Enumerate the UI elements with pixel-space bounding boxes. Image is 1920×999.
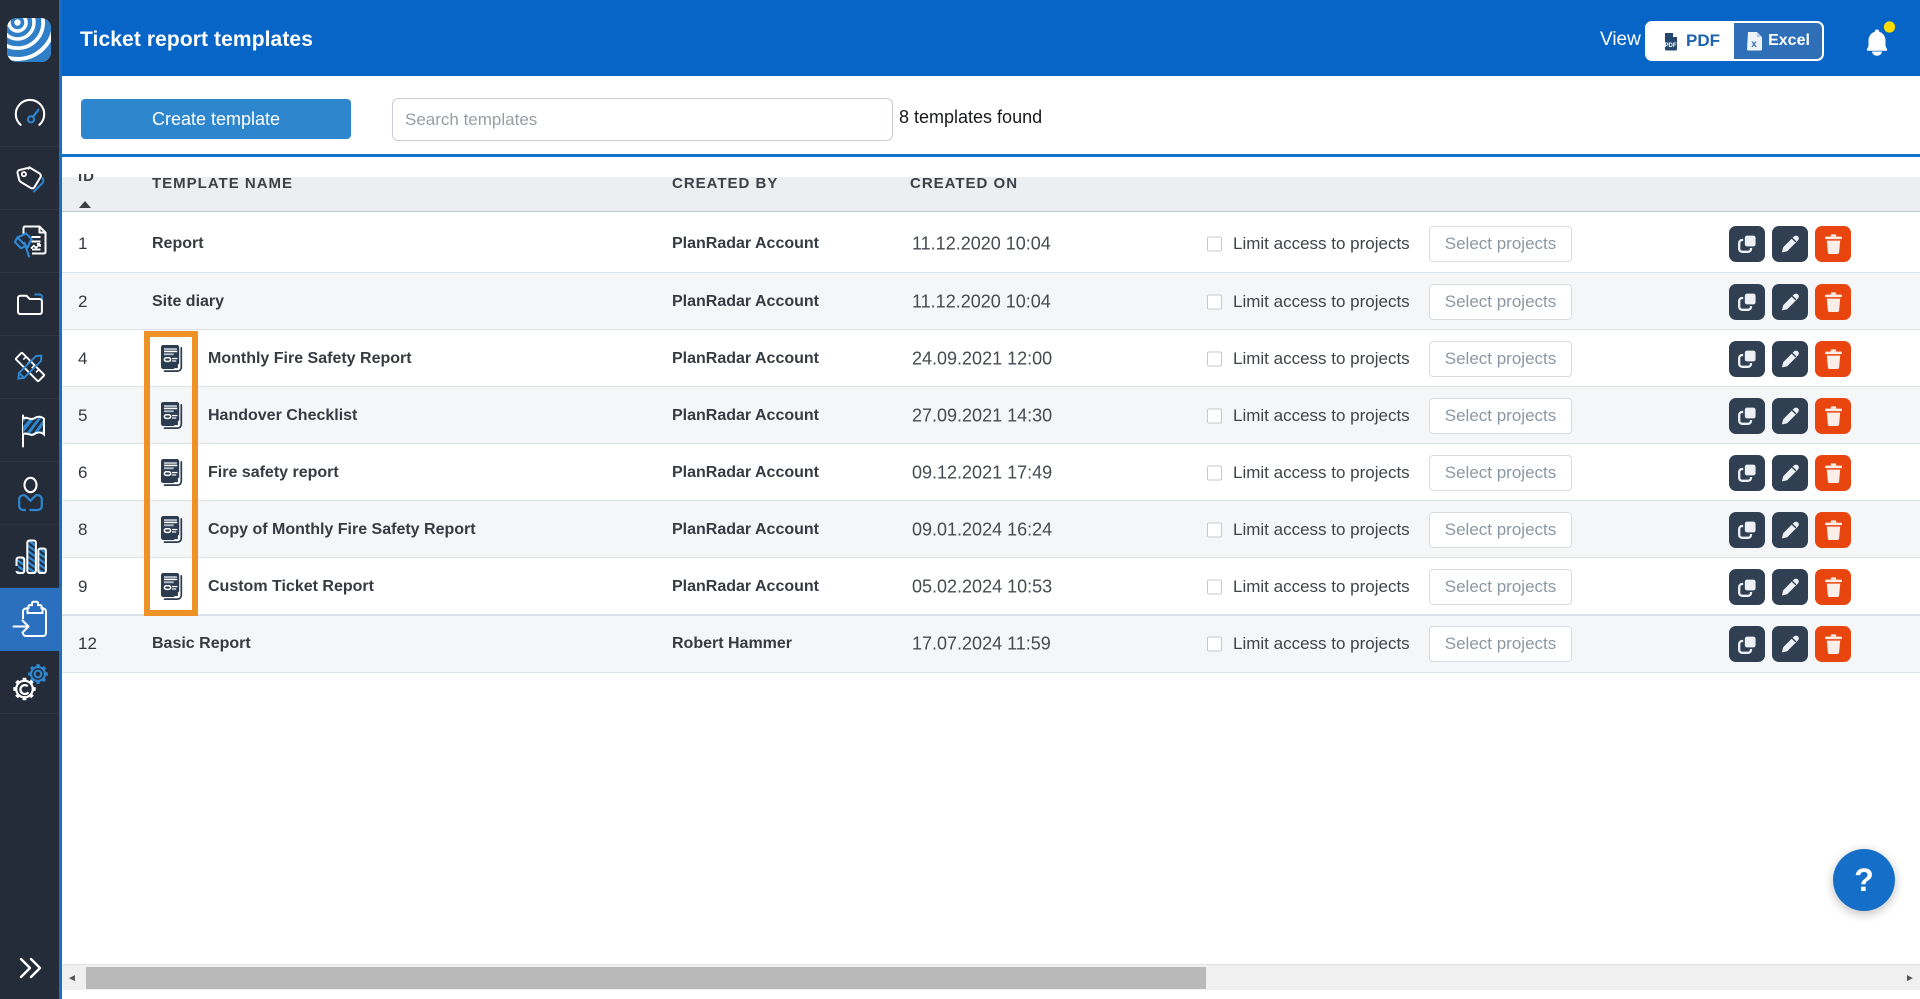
svg-text:PDF: PDF xyxy=(1665,43,1677,49)
svg-text:x: x xyxy=(1751,39,1757,50)
